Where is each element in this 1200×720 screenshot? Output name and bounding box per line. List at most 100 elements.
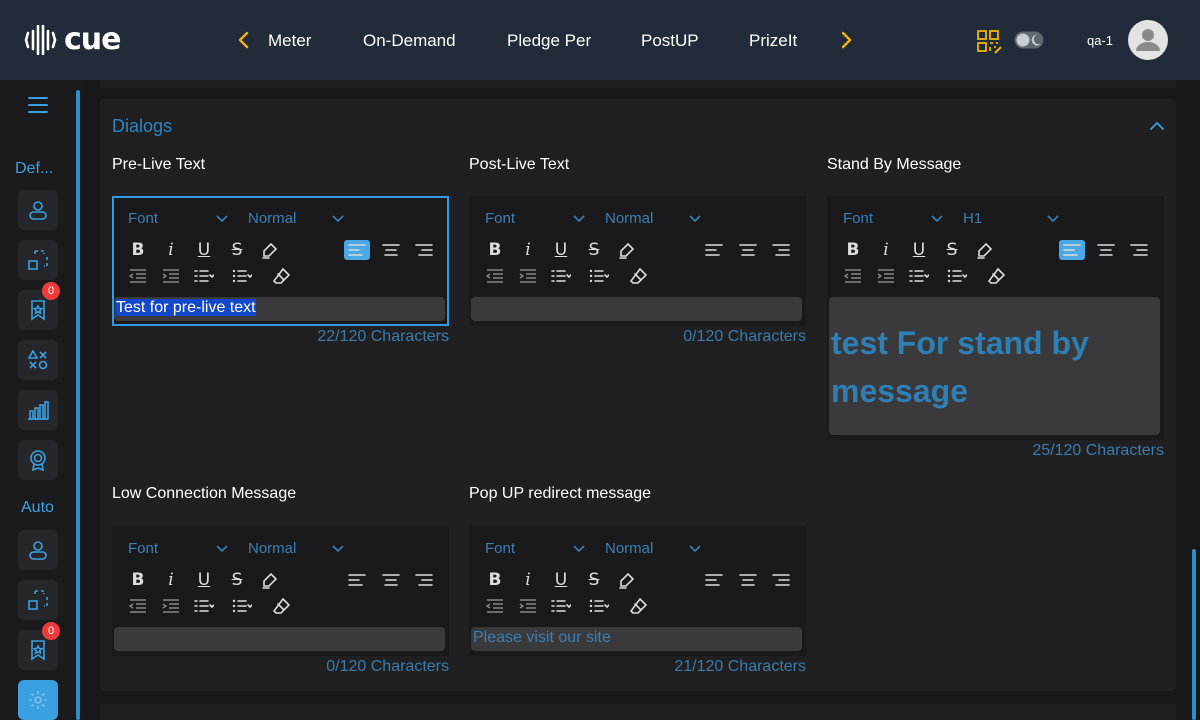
eraser-icon[interactable]	[987, 267, 1007, 285]
strike-icon[interactable]: S	[584, 570, 604, 590]
italic-icon[interactable]: i	[518, 240, 538, 260]
font-select[interactable]: Font	[128, 210, 158, 227]
sidebar-item-person[interactable]	[18, 190, 58, 230]
align-left-icon[interactable]	[1059, 240, 1085, 260]
underline-icon[interactable]: U	[551, 570, 571, 590]
chevron-down-icon[interactable]	[931, 215, 943, 223]
stand-by-message-text-area[interactable]: test For stand by message	[829, 297, 1160, 435]
low-connection-message-editor[interactable]: Font Normal Bi U S	[112, 526, 449, 656]
eraser-icon[interactable]	[629, 267, 649, 285]
highlight-icon[interactable]	[260, 571, 280, 589]
bold-icon[interactable]: B	[485, 570, 505, 590]
underline-icon[interactable]: U	[909, 240, 929, 260]
eraser-icon[interactable]	[629, 597, 649, 615]
sidebar-item-bookmark-auto[interactable]: 0	[18, 622, 60, 670]
sidebar-item-bookmark[interactable]: 0	[18, 282, 60, 330]
bullet-list-icon[interactable]	[232, 597, 252, 615]
cue-logo[interactable]: cue	[24, 22, 121, 58]
bullet-list-icon[interactable]	[589, 267, 609, 285]
nav-item-on-demand[interactable]: On-Demand	[363, 31, 456, 51]
pop-up-redirect-message-text-area[interactable]: Please visit our site	[471, 627, 802, 651]
align-right-icon[interactable]	[414, 241, 434, 259]
highlight-icon[interactable]	[617, 241, 637, 259]
outdent-icon[interactable]	[485, 267, 505, 285]
sidebar-item-award[interactable]	[18, 440, 58, 480]
size-select[interactable]: Normal	[248, 210, 296, 227]
bold-icon[interactable]: B	[128, 570, 148, 590]
indent-icon[interactable]	[161, 597, 181, 615]
align-center-icon[interactable]	[381, 241, 401, 259]
sidebar-item-stats[interactable]	[18, 390, 58, 430]
italic-icon[interactable]: i	[161, 240, 181, 260]
hamburger-menu-icon[interactable]	[28, 95, 48, 115]
sidebar-section-def-label[interactable]: Def...	[15, 160, 53, 178]
chevron-down-icon[interactable]	[689, 215, 701, 223]
chevron-down-icon[interactable]	[332, 545, 344, 553]
nav-item-pledge-per[interactable]: Pledge Per	[507, 31, 591, 51]
size-select[interactable]: Normal	[605, 210, 653, 227]
sidebar-item-person-auto[interactable]	[18, 530, 58, 570]
align-center-icon[interactable]	[738, 241, 758, 259]
underline-icon[interactable]: U	[551, 240, 571, 260]
eraser-icon[interactable]	[272, 267, 292, 285]
nav-item-prizeit[interactable]: PrizeIt	[749, 31, 797, 51]
sidebar-item-layers-auto[interactable]	[18, 580, 58, 620]
ordered-list-icon[interactable]	[194, 597, 214, 615]
chevron-down-icon[interactable]	[332, 215, 344, 223]
sidebar-item-gear-auto[interactable]	[18, 680, 58, 720]
align-right-icon[interactable]	[1129, 241, 1149, 259]
bold-icon[interactable]: B	[128, 240, 148, 260]
align-left-icon[interactable]	[344, 240, 370, 260]
chevron-down-icon[interactable]	[216, 215, 228, 223]
size-select[interactable]: H1	[963, 210, 982, 227]
sidebar-item-shapes[interactable]	[18, 340, 58, 380]
chevron-down-icon[interactable]	[216, 545, 228, 553]
ordered-list-icon[interactable]	[551, 267, 571, 285]
bullet-list-icon[interactable]	[947, 267, 967, 285]
highlight-icon[interactable]	[617, 571, 637, 589]
align-center-icon[interactable]	[738, 571, 758, 589]
outdent-icon[interactable]	[128, 267, 148, 285]
highlight-icon[interactable]	[260, 241, 280, 259]
size-select[interactable]: Normal	[605, 540, 653, 557]
outdent-icon[interactable]	[485, 597, 505, 615]
highlight-icon[interactable]	[975, 241, 995, 259]
bullet-list-icon[interactable]	[232, 267, 252, 285]
pre-live-text-text-area[interactable]: Test for pre-live text	[114, 297, 445, 321]
italic-icon[interactable]: i	[161, 570, 181, 590]
nav-item-postup[interactable]: PostUP	[641, 31, 699, 51]
size-select[interactable]: Normal	[248, 540, 296, 557]
ordered-list-icon[interactable]	[551, 597, 571, 615]
chevron-down-icon[interactable]	[1047, 215, 1059, 223]
chevron-down-icon[interactable]	[689, 545, 701, 553]
pop-up-redirect-message-editor[interactable]: Font Normal Bi U S Please visit our site	[469, 526, 806, 656]
indent-icon[interactable]	[518, 267, 538, 285]
strike-icon[interactable]: S	[584, 240, 604, 260]
main-scrollbar[interactable]	[1192, 549, 1196, 720]
align-left-icon[interactable]	[704, 571, 724, 589]
align-left-icon[interactable]	[347, 571, 367, 589]
ordered-list-icon[interactable]	[909, 267, 929, 285]
eraser-icon[interactable]	[272, 597, 292, 615]
stand-by-message-editor[interactable]: Font H1 Bi U S test For stand by message	[827, 196, 1164, 440]
chevron-up-icon[interactable]	[1148, 117, 1166, 135]
align-center-icon[interactable]	[1096, 241, 1116, 259]
font-select[interactable]: Font	[128, 540, 158, 557]
strike-icon[interactable]: S	[227, 240, 247, 260]
ordered-list-icon[interactable]	[194, 267, 214, 285]
post-live-text-text-area[interactable]	[471, 297, 802, 321]
indent-icon[interactable]	[518, 597, 538, 615]
chevron-left-icon[interactable]	[232, 28, 256, 52]
sidebar-item-layers[interactable]	[18, 240, 58, 280]
indent-icon[interactable]	[876, 267, 896, 285]
underline-icon[interactable]: U	[194, 240, 214, 260]
strike-icon[interactable]: S	[942, 240, 962, 260]
underline-icon[interactable]: U	[194, 570, 214, 590]
theme-toggle-icon[interactable]	[1014, 31, 1044, 49]
align-right-icon[interactable]	[414, 571, 434, 589]
align-left-icon[interactable]	[704, 241, 724, 259]
font-select[interactable]: Font	[843, 210, 873, 227]
post-live-text-editor[interactable]: Font Normal Bi U S	[469, 196, 806, 326]
chevron-right-icon[interactable]	[834, 28, 858, 52]
avatar[interactable]	[1128, 20, 1168, 60]
